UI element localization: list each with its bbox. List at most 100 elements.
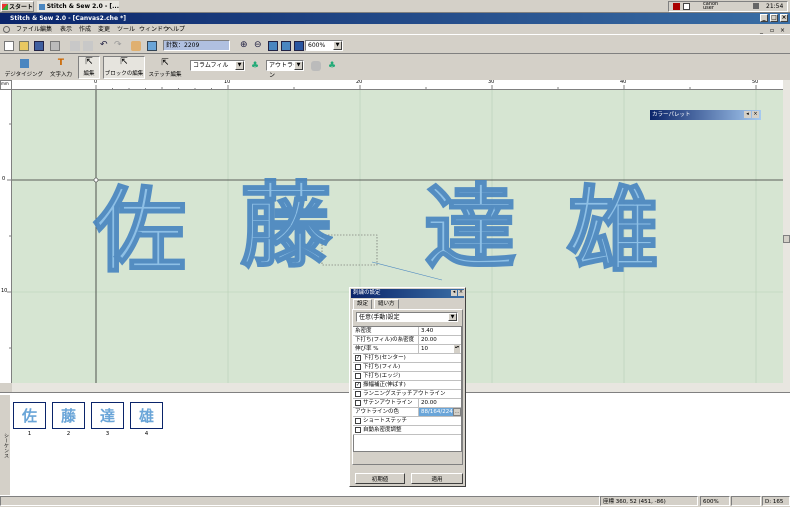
scroll-thumb[interactable]	[783, 235, 790, 243]
sequence-item[interactable]: 藤	[52, 402, 85, 429]
vertical-scrollbar[interactable]	[783, 80, 790, 392]
checkbox[interactable]	[355, 399, 361, 406]
menu-bar: ファイル 編集 表示 作成 変更 ツール ウィンドウ ヘルプ _ ▫ ×	[0, 24, 790, 35]
outline-color-input[interactable]: 88/164/224	[418, 408, 453, 416]
prop-label: 糸密度	[355, 328, 372, 334]
mode-select[interactable]: 任意(手動)設定 ▼	[356, 312, 458, 322]
embroidery-char-1[interactable]: 佐	[93, 184, 187, 278]
mdi-close-icon[interactable]: ×	[780, 25, 785, 36]
menu-help[interactable]: ヘルプ	[167, 24, 185, 35]
taskbar-app-button[interactable]: Stitch & Sew 2.0 - [...	[37, 1, 119, 12]
chevron-down-icon[interactable]: ▼	[448, 313, 457, 321]
zoom-in-icon[interactable]: ⊕	[240, 40, 250, 50]
menu-window[interactable]: ウィンドウ	[139, 24, 169, 35]
checkbox[interactable]: ✓	[355, 354, 361, 361]
check-row[interactable]: 自動糸密度調整	[353, 426, 461, 435]
checkbox[interactable]	[355, 417, 361, 424]
color-swatch-icon[interactable]	[147, 41, 157, 51]
spin-icon[interactable]: ▴▾	[454, 345, 460, 353]
checkbox[interactable]	[355, 390, 361, 397]
stitch-edit-button[interactable]: ⇱ ステッチ編集	[148, 56, 182, 79]
fill-type-value: コラムフィル	[193, 62, 229, 69]
tab-stitch-method[interactable]: 縫い方	[374, 299, 399, 309]
maximize-button[interactable]: □	[770, 14, 778, 22]
ruler-label: 40	[620, 80, 627, 85]
check-row[interactable]: サテンアウトライン 20.00	[353, 399, 461, 408]
sequence-num: 4	[144, 431, 149, 437]
embroidery-char-4[interactable]: 雄	[566, 183, 660, 277]
menu-modify[interactable]: 変更	[98, 24, 110, 35]
cut-icon[interactable]	[70, 41, 80, 51]
needle-icon[interactable]: ♣	[328, 61, 338, 71]
chevron-down-icon[interactable]: ▼	[294, 61, 303, 70]
chevron-down-icon[interactable]: ▼	[235, 61, 244, 70]
menu-tools[interactable]: ツール	[117, 24, 135, 35]
undo-icon[interactable]: ↶	[100, 40, 110, 50]
person-icon[interactable]: ♣	[251, 61, 261, 71]
edit-button[interactable]: ⇱ 編集	[78, 56, 100, 79]
apply-button[interactable]: 適用	[411, 473, 463, 484]
check-row[interactable]: 下打ち(フィル)	[353, 363, 461, 372]
fit-window-icon[interactable]	[268, 41, 278, 51]
copy-icon[interactable]	[83, 41, 93, 51]
edit-label: 編集	[83, 71, 95, 77]
outline-type-select[interactable]: アウトライン ▼	[266, 60, 304, 79]
minimize-button[interactable]: _	[760, 14, 768, 22]
app-menu-icon[interactable]	[3, 26, 10, 33]
mdi-minimize-icon[interactable]: _	[760, 25, 763, 36]
stitch-count: 針数：2209	[163, 40, 230, 51]
check-row[interactable]: ✓ 下打ち(センター)	[353, 354, 461, 363]
vruler-ticks	[7, 123, 11, 349]
hand-icon[interactable]	[131, 41, 141, 51]
chevron-down-icon[interactable]: ▼	[333, 41, 342, 50]
check-row[interactable]: ✓ 振幅補正(伸ばす)	[353, 381, 461, 390]
window-title: Stitch & Sew 2.0 - [Canvas2.che *]	[10, 15, 126, 22]
satin-outline-input[interactable]: 20.00	[418, 399, 461, 407]
close-button[interactable]: ×	[780, 14, 788, 22]
menu-create[interactable]: 作成	[79, 24, 91, 35]
zoom-select[interactable]: 600% ▼	[305, 40, 343, 51]
digitizing-button[interactable]: デジタイジング	[4, 56, 44, 79]
dialog-close-icon[interactable]: ×	[458, 290, 464, 296]
dialog-pin-icon[interactable]: ◂	[451, 290, 457, 296]
check-row[interactable]: ショートステッチ	[353, 417, 461, 426]
print-icon[interactable]	[50, 41, 60, 51]
checkbox[interactable]	[355, 363, 361, 370]
sequence-item[interactable]: 佐	[13, 402, 46, 429]
palette-close-icon[interactable]: ×	[752, 111, 759, 118]
link-icon[interactable]	[311, 61, 321, 71]
menu-file[interactable]: ファイル	[16, 24, 40, 35]
color-picker-button[interactable]: …	[453, 408, 461, 416]
block-edit-button[interactable]: ⇱ ブロックの編集	[103, 56, 145, 79]
checkbox[interactable]	[355, 426, 361, 433]
zoom-actual-icon[interactable]	[281, 41, 291, 51]
color-palette-window[interactable]: カラーパレット ◂ ×	[650, 110, 761, 120]
tray-icon[interactable]	[673, 3, 680, 10]
fill-type-select[interactable]: コラムフィル ▼	[190, 60, 245, 71]
thread-density-input[interactable]: 3.40	[418, 327, 461, 335]
sequence-item[interactable]: 雄	[130, 402, 163, 429]
checkbox[interactable]	[355, 372, 361, 379]
embroidery-char-2[interactable]: 藤	[239, 179, 333, 273]
underlay-density-input[interactable]: 20.00	[418, 336, 461, 344]
new-file-icon[interactable]	[4, 41, 14, 51]
menu-edit[interactable]: 編集	[40, 24, 52, 35]
checkbox[interactable]: ✓	[355, 381, 361, 388]
zoom-100-icon[interactable]	[294, 41, 304, 51]
text-input-button[interactable]: T 文字入力	[46, 56, 76, 79]
open-folder-icon[interactable]	[19, 41, 29, 51]
tray-icon[interactable]	[683, 3, 690, 10]
zoom-out-icon[interactable]: ⊖	[254, 40, 264, 50]
palette-pin-icon[interactable]: ◂	[744, 111, 751, 118]
speaker-icon[interactable]	[753, 3, 759, 9]
reset-button[interactable]: 初期値	[355, 473, 405, 484]
mdi-restore-icon[interactable]: ▫	[770, 25, 774, 36]
redo-icon[interactable]: ↷	[114, 40, 124, 50]
embroidery-char-3[interactable]: 達	[423, 181, 517, 275]
save-icon[interactable]	[34, 41, 44, 51]
sequence-item[interactable]: 達	[91, 402, 124, 429]
menu-view[interactable]: 表示	[60, 24, 72, 35]
check-row[interactable]: ランニングステッチアウトライン	[353, 390, 461, 399]
check-row[interactable]: 下打ち(エッジ)	[353, 372, 461, 381]
start-button[interactable]: スタート	[1, 1, 34, 12]
